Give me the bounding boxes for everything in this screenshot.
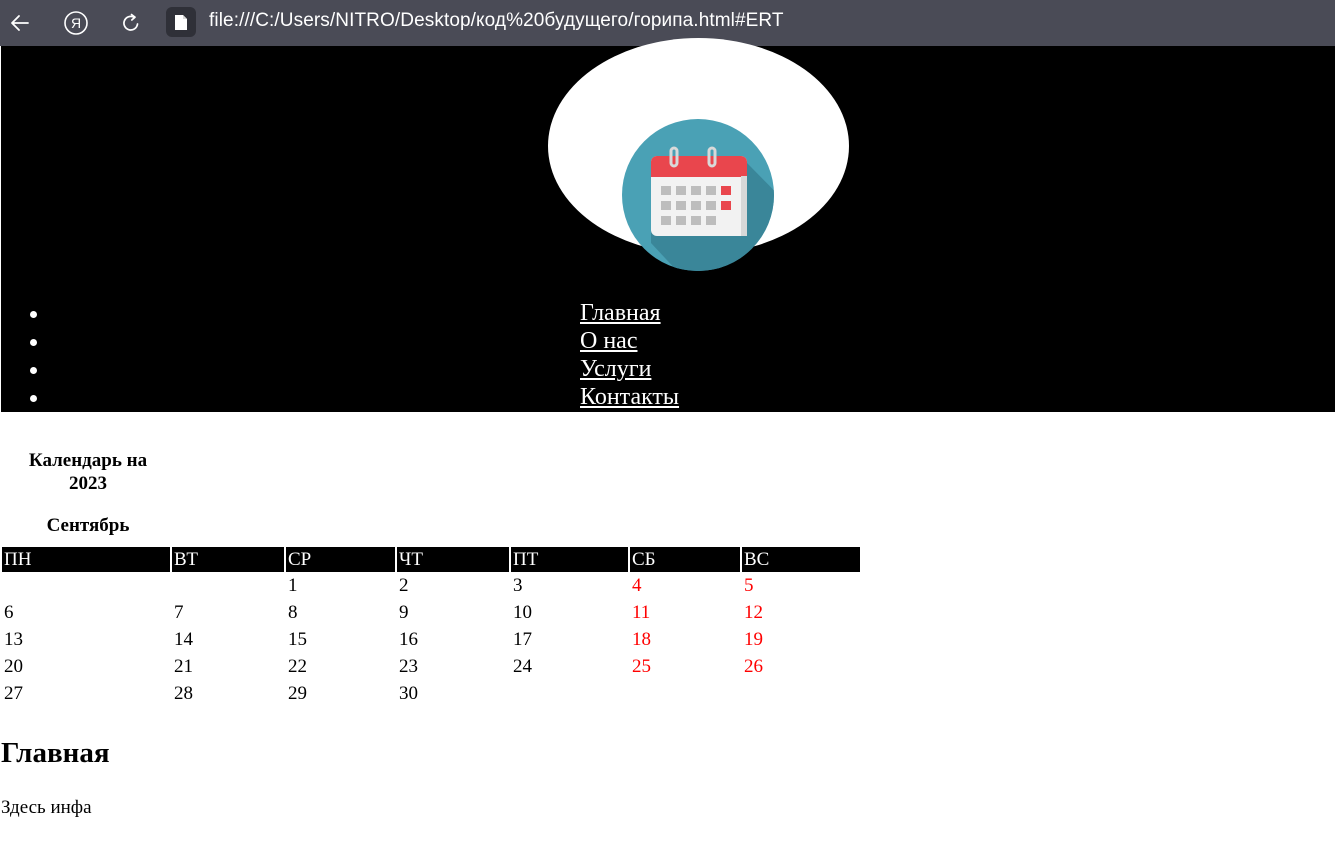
weekday-mon: ПН xyxy=(2,547,172,572)
reload-icon[interactable] xyxy=(117,9,145,37)
calendar-title: Календарь на 2023 xyxy=(28,450,148,494)
menu-item: О нас xyxy=(1,327,1335,355)
day-cell: 3 xyxy=(513,575,523,596)
file-icon[interactable] xyxy=(166,7,196,37)
svg-text:Я: Я xyxy=(71,15,81,31)
day-cell: 16 xyxy=(399,629,418,650)
day-cell: 21 xyxy=(174,656,193,677)
weekend-day-cell: 5 xyxy=(744,575,754,596)
weekend-day-cell: 19 xyxy=(744,629,763,650)
weekday-thu: ЧТ xyxy=(397,547,511,572)
bullet-icon xyxy=(30,339,37,346)
menu-item: Контакты xyxy=(1,383,1335,411)
weekday-wed: СР xyxy=(286,547,397,572)
menu-item: Главная xyxy=(1,299,1335,327)
weekend-day-cell: 4 xyxy=(632,575,642,596)
day-cell: 2 xyxy=(399,575,409,596)
week-row: 6 7 8 9 10 11 12 xyxy=(2,599,860,626)
menu-link-about[interactable]: О нас xyxy=(580,327,637,355)
day-cell: 20 xyxy=(4,656,23,677)
bullet-icon xyxy=(30,311,37,318)
week-row: 13 14 15 16 17 18 19 xyxy=(2,626,860,653)
menu-link-home[interactable]: Главная xyxy=(580,299,661,327)
menu-link-services[interactable]: Услуги xyxy=(580,355,651,383)
menu-item: Услуги xyxy=(1,355,1335,383)
back-icon[interactable] xyxy=(6,9,34,37)
day-cell: 17 xyxy=(513,629,532,650)
day-cell: 8 xyxy=(288,602,298,623)
day-cell: 28 xyxy=(174,683,193,704)
day-cell: 23 xyxy=(399,656,418,677)
calendar-icon xyxy=(622,119,774,271)
weekday-sun: ВС xyxy=(742,547,860,572)
bullet-icon xyxy=(30,395,37,402)
weekday-fri: ПТ xyxy=(511,547,630,572)
day-cell: 24 xyxy=(513,656,532,677)
weekday-sat: СБ xyxy=(630,547,742,572)
weekend-day-cell: 25 xyxy=(632,656,651,677)
main-text: Здесь инфа xyxy=(1,797,92,818)
day-cell: 9 xyxy=(399,602,409,623)
yandex-icon[interactable]: Я xyxy=(62,9,90,37)
day-cell: 7 xyxy=(174,602,184,623)
weekend-day-cell: 11 xyxy=(632,602,651,623)
day-cell xyxy=(511,680,630,707)
week-row: 20 21 22 23 24 25 26 xyxy=(2,653,860,680)
menu-link-contacts[interactable]: Контакты xyxy=(580,383,679,411)
day-cell: 15 xyxy=(288,629,307,650)
day-cell: 30 xyxy=(399,683,418,704)
day-cell: 10 xyxy=(513,602,532,623)
address-bar-url[interactable]: file:///C:/Users/NITRO/Desktop/код%20буд… xyxy=(209,10,784,32)
weekend-day-cell: 12 xyxy=(744,602,763,623)
day-cell: 27 xyxy=(4,683,23,704)
week-row: 27 28 29 30 xyxy=(2,680,860,707)
weekend-day-cell xyxy=(742,680,860,707)
weekend-day-cell: 18 xyxy=(632,629,651,650)
day-cell: 22 xyxy=(288,656,307,677)
day-cell: 29 xyxy=(288,683,307,704)
bullet-icon xyxy=(30,367,37,374)
weekday-tue: ВТ xyxy=(172,547,286,572)
browser-toolbar: Я file:///C:/Users/NITRO/Desktop/код%20б… xyxy=(0,0,1335,46)
site-header: Главная О нас Услуги Контакты xyxy=(1,38,1335,412)
day-cell: 13 xyxy=(4,629,23,650)
day-cell: 6 xyxy=(4,602,14,623)
week-row: 1 2 3 4 5 xyxy=(2,572,860,599)
day-cell xyxy=(2,572,172,599)
weekday-header-row: ПН ВТ СР ЧТ ПТ СБ ВС xyxy=(2,547,860,572)
main-heading: Главная xyxy=(1,737,110,769)
weekend-day-cell xyxy=(630,680,742,707)
calendar-table: ПН ВТ СР ЧТ ПТ СБ ВС 1 2 3 4 5 6 7 8 9 1… xyxy=(2,547,860,707)
day-cell: 14 xyxy=(174,629,193,650)
day-cell: 1 xyxy=(288,575,298,596)
weekend-day-cell: 26 xyxy=(744,656,763,677)
main-menu: Главная О нас Услуги Контакты xyxy=(1,299,1335,411)
day-cell xyxy=(172,572,286,599)
calendar-month: Сентябрь xyxy=(46,515,130,536)
